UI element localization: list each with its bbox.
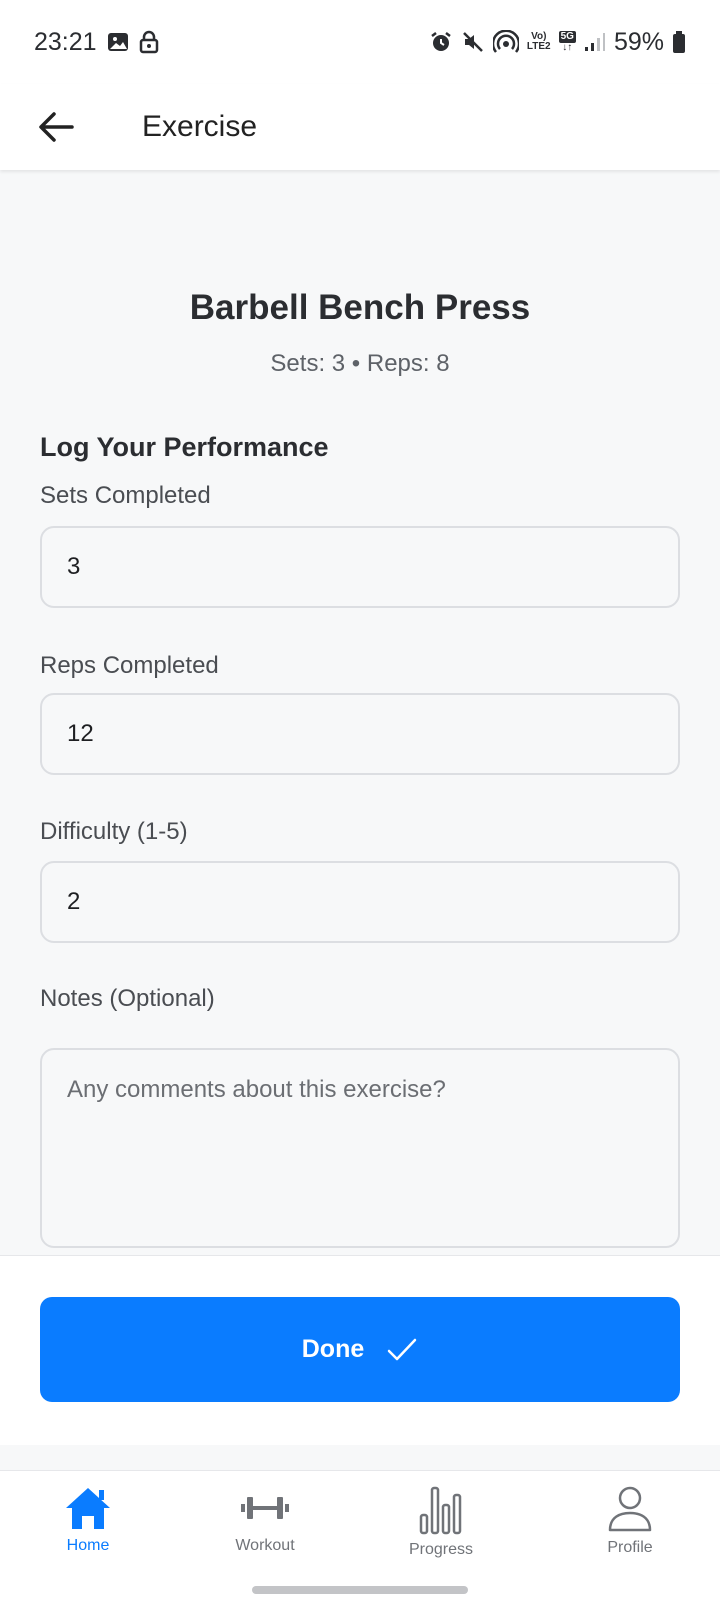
alarm-icon (429, 30, 453, 54)
difficulty-input[interactable]: 2 (40, 861, 680, 943)
status-bar: 23:21 Vo) LTE2 5G ↓↑ 59% (0, 0, 720, 84)
done-button-container: Done (0, 1255, 720, 1445)
nav-item-workout[interactable]: Workout (205, 1485, 325, 1575)
difficulty-label: Difficulty (1-5) (40, 818, 188, 845)
nav-label-profile: Profile (607, 1539, 653, 1556)
reps-label: Reps Completed (40, 652, 219, 679)
page-title: Exercise (142, 110, 258, 143)
nav-label-home: Home (66, 1537, 110, 1554)
difficulty-value: 2 (67, 888, 81, 915)
bottom-nav: Home Workout Progress Profile (0, 1470, 720, 1600)
home-icon (66, 1488, 110, 1529)
nav-item-home[interactable]: Home (28, 1485, 148, 1575)
sets-completed-input[interactable]: 3 (40, 526, 680, 608)
person-icon (608, 1486, 652, 1532)
arrow-left-icon (39, 112, 74, 142)
reps-completed-value: 12 (67, 720, 94, 747)
volte-indicator: Vo) LTE2 (526, 31, 551, 52)
nav-label-workout: Workout (235, 1537, 295, 1554)
mute-icon (461, 30, 485, 54)
notes-label: Notes (Optional) (40, 985, 215, 1012)
nav-item-profile[interactable]: Profile (570, 1485, 690, 1575)
image-icon (107, 31, 129, 53)
section-title: Log Your Performance (40, 432, 329, 462)
nav-item-progress[interactable]: Progress (381, 1485, 501, 1575)
signal-icon (584, 31, 606, 53)
home-indicator[interactable] (252, 1586, 468, 1594)
exercise-summary: Sets: 3 • Reps: 8 (270, 350, 450, 377)
done-button-label: Done (301, 1335, 365, 1363)
done-button[interactable]: Done (40, 1297, 680, 1402)
battery-icon (672, 30, 686, 54)
reps-completed-input[interactable]: 12 (40, 693, 680, 775)
exercise-name: Barbell Bench Press (189, 288, 531, 327)
lock-icon (139, 30, 159, 54)
back-button[interactable] (26, 97, 86, 157)
network-5g-icon: 5G ↓↑ (558, 31, 576, 53)
battery-percent: 59% (613, 27, 664, 56)
status-time: 23:21 (34, 27, 97, 56)
app-bar: Exercise (0, 84, 720, 170)
nav-label-progress: Progress (408, 1541, 474, 1558)
hotspot-icon (492, 30, 519, 54)
dumbbell-icon (241, 1497, 289, 1519)
notes-placeholder: Any comments about this exercise? (67, 1076, 446, 1103)
exercise-log-content[interactable]: Barbell Bench Press Sets: 3 • Reps: 8 Lo… (0, 170, 720, 1255)
check-icon (388, 1338, 417, 1360)
bar-chart-icon (419, 1486, 462, 1535)
notes-textarea[interactable]: Any comments about this exercise? (40, 1048, 680, 1248)
sets-label: Sets Completed (40, 482, 211, 509)
sets-completed-value: 3 (67, 553, 81, 580)
